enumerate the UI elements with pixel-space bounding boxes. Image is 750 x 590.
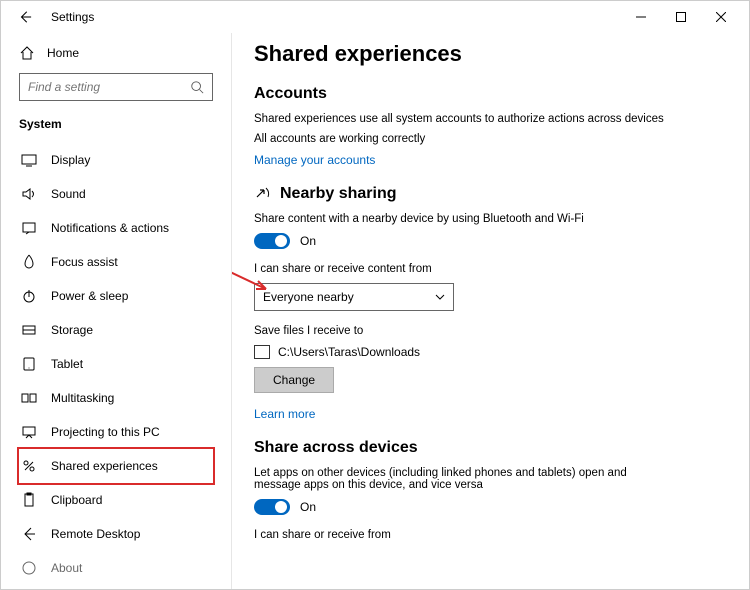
multitasking-icon: [21, 390, 37, 406]
sidebar-item-clipboard[interactable]: Clipboard: [19, 483, 213, 517]
page-title: Shared experiences: [254, 41, 727, 67]
accounts-desc: Shared experiences use all system accoun…: [254, 113, 674, 125]
save-path: C:\Users\Taras\Downloads: [278, 345, 420, 359]
chevron-down-icon: [435, 294, 445, 300]
share-from-label: I can share or receive content from: [254, 263, 674, 275]
nearby-heading: Nearby sharing: [254, 185, 727, 203]
minimize-button[interactable]: [621, 3, 661, 31]
sidebar-item-tablet[interactable]: Tablet: [19, 347, 213, 381]
sidebar-item-multitasking[interactable]: Multitasking: [19, 381, 213, 415]
nearby-toggle-state: On: [300, 234, 316, 248]
search-icon: [190, 80, 204, 94]
home-label: Home: [47, 46, 79, 60]
folder-icon: [254, 345, 270, 359]
projecting-icon: [21, 424, 37, 440]
sidebar-item-sound[interactable]: Sound: [19, 177, 213, 211]
across-heading: Share across devices: [254, 439, 727, 457]
display-icon: [21, 152, 37, 168]
notifications-icon: [21, 220, 37, 236]
sidebar-item-storage[interactable]: Storage: [19, 313, 213, 347]
nearby-desc: Share content with a nearby device by us…: [254, 213, 674, 225]
storage-icon: [21, 322, 37, 338]
sound-icon: [21, 186, 37, 202]
sidebar-item-remote-desktop[interactable]: Remote Desktop: [19, 517, 213, 551]
maximize-button[interactable]: [661, 3, 701, 31]
sidebar-item-display[interactable]: Display: [19, 143, 213, 177]
across-from-label: I can share or receive from: [254, 529, 674, 541]
clipboard-icon: [21, 492, 37, 508]
search-input[interactable]: [19, 73, 213, 101]
power-icon: [21, 288, 37, 304]
change-button[interactable]: Change: [254, 367, 334, 393]
sidebar-item-projecting[interactable]: Projecting to this PC: [19, 415, 213, 449]
about-icon: [21, 560, 37, 576]
remote-desktop-icon: [21, 526, 37, 542]
sidebar-item-shared-experiences[interactable]: Shared experiences: [19, 449, 213, 483]
back-button[interactable]: [13, 5, 37, 29]
share-from-select[interactable]: Everyone nearby: [254, 283, 454, 311]
sidebar-item-notifications[interactable]: Notifications & actions: [19, 211, 213, 245]
save-to-label: Save files I receive to: [254, 325, 674, 337]
sidebar-item-focus-assist[interactable]: Focus assist: [19, 245, 213, 279]
focus-assist-icon: [21, 254, 37, 270]
category-heading: System: [19, 117, 213, 131]
sidebar-item-power[interactable]: Power & sleep: [19, 279, 213, 313]
nearby-toggle[interactable]: [254, 233, 290, 249]
close-button[interactable]: [701, 3, 741, 31]
across-toggle-state: On: [300, 500, 316, 514]
shared-experiences-icon: [21, 458, 37, 474]
sidebar-item-about[interactable]: About: [19, 551, 213, 585]
manage-accounts-link[interactable]: Manage your accounts: [254, 153, 375, 167]
learn-more-link[interactable]: Learn more: [254, 407, 315, 421]
home-icon: [19, 45, 35, 61]
tablet-icon: [21, 356, 37, 372]
window-title: Settings: [51, 10, 94, 24]
accounts-heading: Accounts: [254, 85, 727, 103]
accounts-status: All accounts are working correctly: [254, 133, 674, 145]
nearby-share-icon: [254, 185, 272, 203]
home-link[interactable]: Home: [19, 39, 213, 73]
across-toggle[interactable]: [254, 499, 290, 515]
across-desc: Let apps on other devices (including lin…: [254, 467, 674, 491]
